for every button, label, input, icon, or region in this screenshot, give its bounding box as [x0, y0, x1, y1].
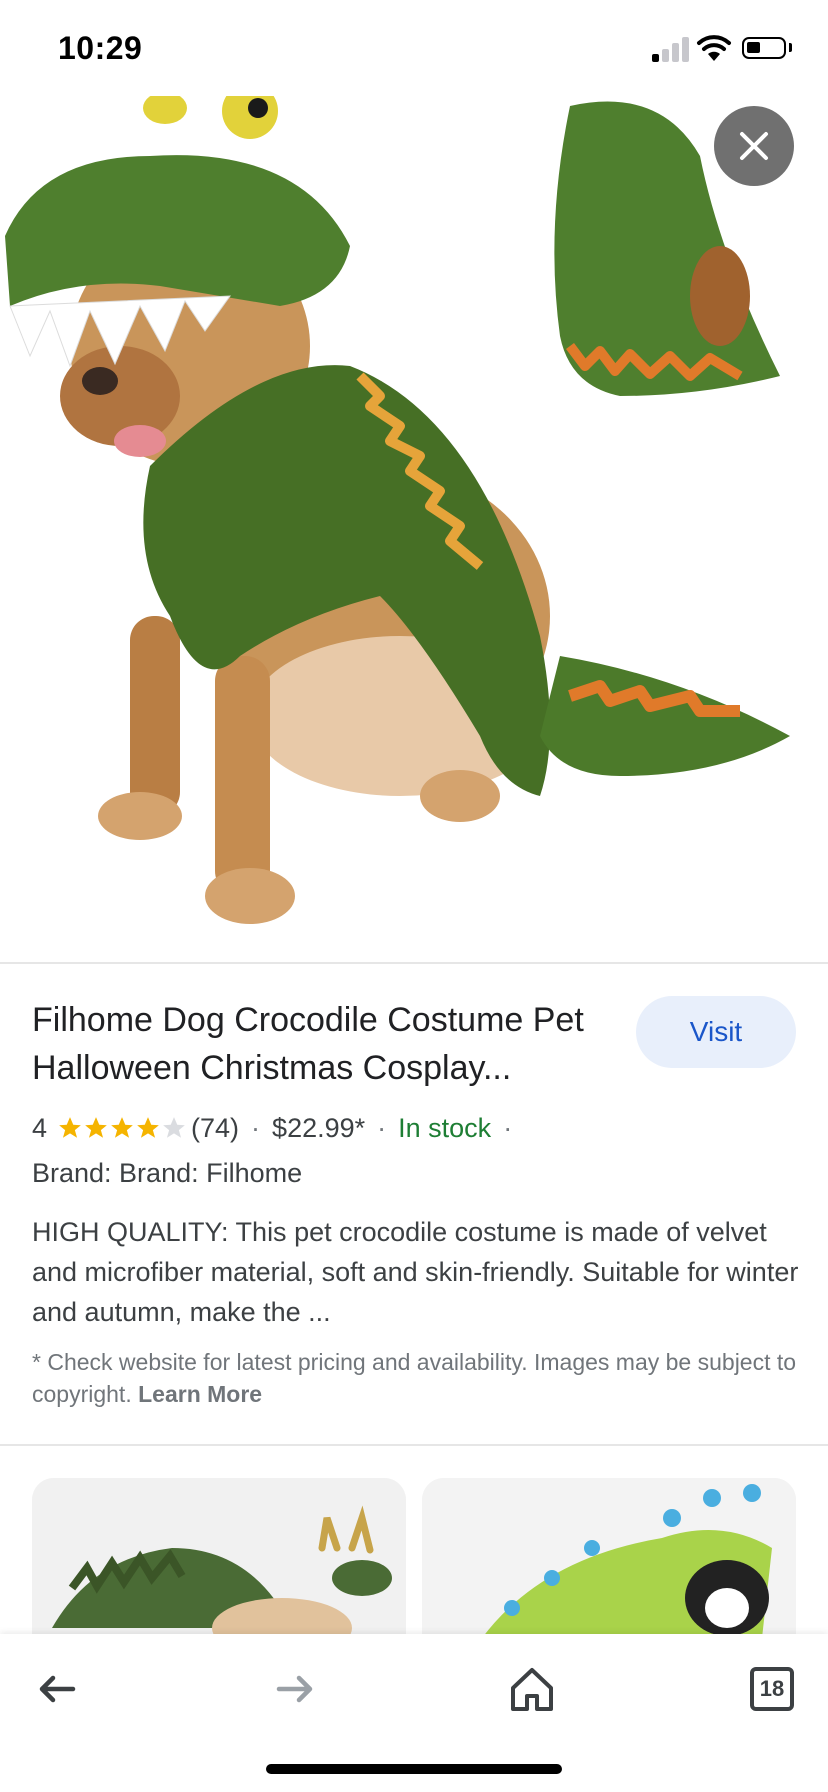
- related-card[interactable]: [422, 1478, 796, 1638]
- divider: [0, 1444, 828, 1446]
- review-count[interactable]: (74): [191, 1113, 239, 1144]
- product-title[interactable]: Filhome Dog Crocodile Costume Pet Hallow…: [32, 996, 612, 1092]
- tabs-button[interactable]: 18: [737, 1658, 807, 1720]
- related-card[interactable]: [32, 1478, 406, 1638]
- close-icon: [740, 132, 768, 160]
- rating-stars: [57, 1115, 187, 1141]
- product-image-illustration: [5, 96, 790, 924]
- price: $22.99*: [272, 1112, 366, 1143]
- divider: [0, 962, 828, 964]
- disclaimer: * Check website for latest pricing and a…: [32, 1346, 802, 1410]
- rating-value: 4: [32, 1112, 48, 1143]
- status-bar: 10:29: [0, 0, 828, 96]
- related-image: [422, 1478, 796, 1638]
- learn-more-link[interactable]: Learn More: [138, 1381, 262, 1407]
- back-button[interactable]: [22, 1658, 92, 1720]
- star-icon: [59, 1117, 81, 1138]
- product-meta: 4 (74) · $22.99* · In stock ·: [32, 1112, 513, 1144]
- home-icon: [511, 1668, 553, 1711]
- star-icon: [85, 1117, 107, 1138]
- signal-icon: [652, 36, 692, 62]
- status-time: 10:29: [58, 30, 143, 66]
- close-button[interactable]: [714, 106, 794, 186]
- star-icon: [137, 1117, 159, 1138]
- back-arrow-icon: [39, 1675, 76, 1703]
- home-button[interactable]: [497, 1658, 567, 1720]
- product-image[interactable]: [0, 96, 828, 962]
- related-image: [32, 1478, 406, 1638]
- visit-button[interactable]: Visit: [636, 996, 796, 1068]
- star-icon: [111, 1117, 133, 1138]
- product-description: HIGH QUALITY: This pet crocodile costume…: [32, 1217, 799, 1327]
- star-empty-icon: [163, 1117, 185, 1138]
- forward-button[interactable]: [260, 1658, 330, 1720]
- forward-arrow-icon: [276, 1675, 313, 1703]
- wifi-icon: [697, 35, 731, 61]
- tabs-icon: 18: [750, 1667, 794, 1711]
- brand: Brand: Brand: Filhome: [32, 1158, 303, 1188]
- battery-icon: [742, 37, 786, 59]
- home-indicator: [266, 1764, 562, 1774]
- availability: In stock: [398, 1112, 492, 1143]
